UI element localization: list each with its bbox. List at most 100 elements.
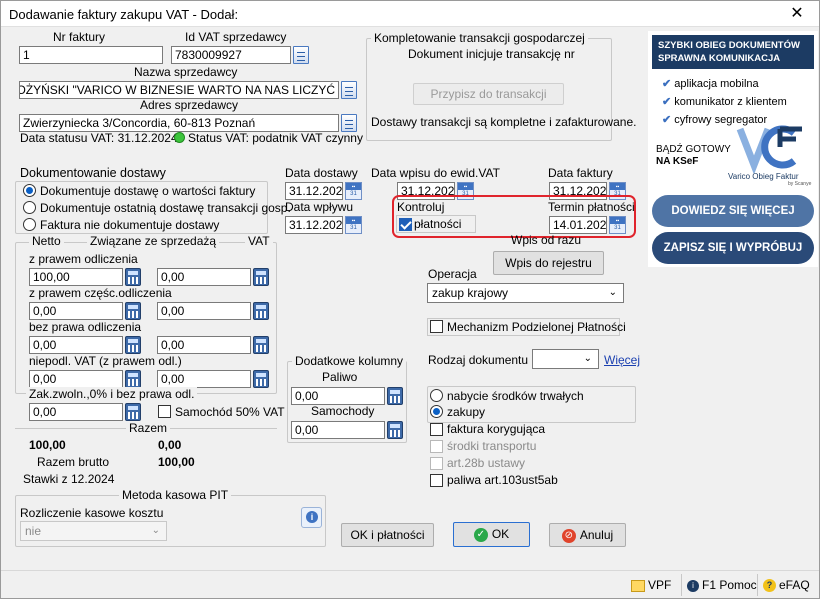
seller-address-input[interactable]: Zwierzyniecka 3/Concordia, 60-813 Poznań <box>19 114 339 132</box>
efaq-button[interactable]: ? eFAQ <box>763 575 810 595</box>
register-entry-button[interactable]: Wpis do rejestru <box>493 251 604 275</box>
close-icon[interactable]: ✕ <box>783 4 811 24</box>
calculator-icon[interactable] <box>253 302 269 320</box>
operation-value: zakup krajowy <box>432 286 509 300</box>
calculator-icon[interactable] <box>125 302 141 320</box>
row-nonvat-netto[interactable]: 0,00 <box>29 370 123 388</box>
transport-label[interactable]: środki transportu <box>447 439 536 453</box>
transport-checkbox[interactable] <box>430 440 443 453</box>
row-nonvat-vat[interactable]: 0,00 <box>157 370 251 388</box>
inflow-date-calendar-icon[interactable]: ▪▪ 31 <box>345 216 362 234</box>
purchases-label[interactable]: zakupy <box>447 405 485 419</box>
check-icon: ✔ <box>662 114 672 126</box>
vat-status-ok-icon <box>174 132 185 143</box>
calculator-icon[interactable] <box>125 336 141 354</box>
row-deductible-netto[interactable]: 100,00 <box>29 268 123 286</box>
delivery-date-calendar-icon[interactable]: ▪▪ 31 <box>345 182 362 200</box>
operation-select[interactable]: zakup krajowy ⌄ <box>427 283 624 303</box>
learn-more-button[interactable]: DOWIEDZ SIĘ WIĘCEJ <box>652 195 814 227</box>
vat-column-label: VAT <box>245 234 273 248</box>
more-link[interactable]: Więcej <box>604 353 640 367</box>
delivery-option-3-label[interactable]: Faktura nie dokumentuje dostawy <box>40 218 219 232</box>
cancel-button[interactable]: ⊘ Anuluj <box>549 523 626 547</box>
doc-type-select[interactable]: ⌄ <box>532 349 599 369</box>
inflow-date-label: Data wpływu <box>285 200 354 214</box>
fuel-art-checkbox[interactable] <box>430 474 443 487</box>
ad-feature-2-text: komunikator z klientem <box>674 96 787 108</box>
calculator-icon[interactable] <box>387 421 403 439</box>
correction-checkbox[interactable] <box>430 423 443 436</box>
ok-payments-button[interactable]: OK i płatności <box>341 523 434 547</box>
question-icon: ? <box>763 579 776 593</box>
delivery-option-1-label[interactable]: Dokumentuje dostawę o wartości faktury <box>40 184 255 198</box>
gross-value: 100,00 <box>158 455 195 469</box>
calculator-icon[interactable] <box>125 268 141 286</box>
seller-nip-input[interactable]: 7830009927 <box>171 46 291 64</box>
cash-method-select[interactable]: nie ⌄ <box>20 521 167 541</box>
delivery-date-label: Data dostawy <box>285 166 358 180</box>
seller-address-lookup-icon[interactable] <box>341 114 357 132</box>
vat-status-date: Data statusu VAT: 31.12.2024 <box>20 131 178 145</box>
signup-button[interactable]: ZAPISZ SIĘ I WYPRÓBUJ <box>652 232 814 264</box>
window-title: Dodawanie faktury zakupu VAT - Dodał: <box>9 7 239 22</box>
fixed-assets-radio[interactable] <box>430 389 443 402</box>
row-deductible-vat[interactable]: 0,00 <box>157 268 251 286</box>
gross-label: Razem brutto <box>37 455 110 469</box>
calculator-icon[interactable] <box>253 370 269 388</box>
check-icon: ✔ <box>662 78 672 90</box>
ok-label: OK <box>491 527 510 541</box>
row-nondeductible-netto[interactable]: 0,00 <box>29 336 123 354</box>
calculator-icon[interactable] <box>125 403 141 421</box>
inflow-date-input[interactable]: 31.12.2024 <box>285 216 343 234</box>
art28b-label[interactable]: art.28b ustawy <box>447 456 525 470</box>
cars-input[interactable]: 0,00 <box>291 421 385 439</box>
chevron-down-icon: ⌄ <box>151 525 160 536</box>
delivery-option-3-radio[interactable] <box>23 218 36 231</box>
split-payment-label[interactable]: Mechanizm Podzielonej Płatności <box>447 320 626 334</box>
delivery-date-input[interactable]: 31.12.2024 <box>285 182 343 200</box>
delivery-option-2-label[interactable]: Dokumentuje ostatnią dostawę transakcji … <box>40 201 291 215</box>
delivery-heading: Dokumentowanie dostawy <box>20 166 166 180</box>
ad-feature-1-text: aplikacja mobilna <box>674 78 759 90</box>
delivery-option-2-radio[interactable] <box>23 201 36 214</box>
purchases-radio[interactable] <box>430 405 443 418</box>
invoice-number-label: Nr faktury <box>53 30 106 44</box>
vat-status-text: Status VAT: podatnik VAT czynny <box>188 131 363 145</box>
efaq-label: eFAQ <box>779 578 810 592</box>
split-payment-checkbox[interactable] <box>430 320 443 333</box>
calculator-icon[interactable] <box>387 387 403 405</box>
ok-button[interactable]: ✓ OK <box>453 522 530 547</box>
row-nondeductible-label: bez prawa odliczenia <box>29 320 142 334</box>
car-50-label[interactable]: Samochód 50% VAT <box>175 405 285 419</box>
art28b-checkbox[interactable] <box>430 457 443 470</box>
help-button[interactable]: i F1 Pomoc <box>687 575 757 595</box>
delivery-option-1-radio[interactable] <box>23 184 36 197</box>
cancel-label: Anuluj <box>579 528 614 542</box>
seller-name-input[interactable]: AŁ ŁOŻYŃSKI "VARICO W BIZNESIE WARTO NA … <box>19 81 339 99</box>
transaction-group-title: Kompletowanie transakcji gospodarczej <box>371 31 588 45</box>
nip-lookup-icon[interactable] <box>293 46 309 64</box>
doc-type-label: Rodzaj dokumentu <box>428 353 529 367</box>
seller-name-lookup-icon[interactable] <box>341 81 357 99</box>
assign-transaction-button[interactable]: Przypisz do transakcji <box>413 83 564 105</box>
seller-name-label: Nazwa sprzedawcy <box>134 65 238 79</box>
calculator-icon[interactable] <box>253 268 269 286</box>
status-divider <box>757 574 758 596</box>
car-50-checkbox[interactable] <box>158 405 171 418</box>
fuel-art-label[interactable]: paliwa art.103ust5ab <box>447 473 558 487</box>
ad-header-line2: SPRAWNA KOMUNIKACJA <box>658 53 781 64</box>
invoice-number-input[interactable]: 1 <box>19 46 163 64</box>
status-divider <box>681 574 682 596</box>
row-partial-vat[interactable]: 0,00 <box>157 302 251 320</box>
calculator-icon[interactable] <box>125 370 141 388</box>
correction-label[interactable]: faktura korygująca <box>447 422 545 436</box>
fixed-assets-label[interactable]: nabycie środków trwałych <box>447 389 584 403</box>
info-icon: i <box>687 579 699 592</box>
calculator-icon[interactable] <box>253 336 269 354</box>
row-nondeductible-vat[interactable]: 0,00 <box>157 336 251 354</box>
vpf-button[interactable]: VPF <box>631 575 671 595</box>
info-button[interactable]: i <box>301 507 322 528</box>
row-partial-netto[interactable]: 0,00 <box>29 302 123 320</box>
exempt-input[interactable]: 0,00 <box>29 403 123 421</box>
fuel-input[interactable]: 0,00 <box>291 387 385 405</box>
